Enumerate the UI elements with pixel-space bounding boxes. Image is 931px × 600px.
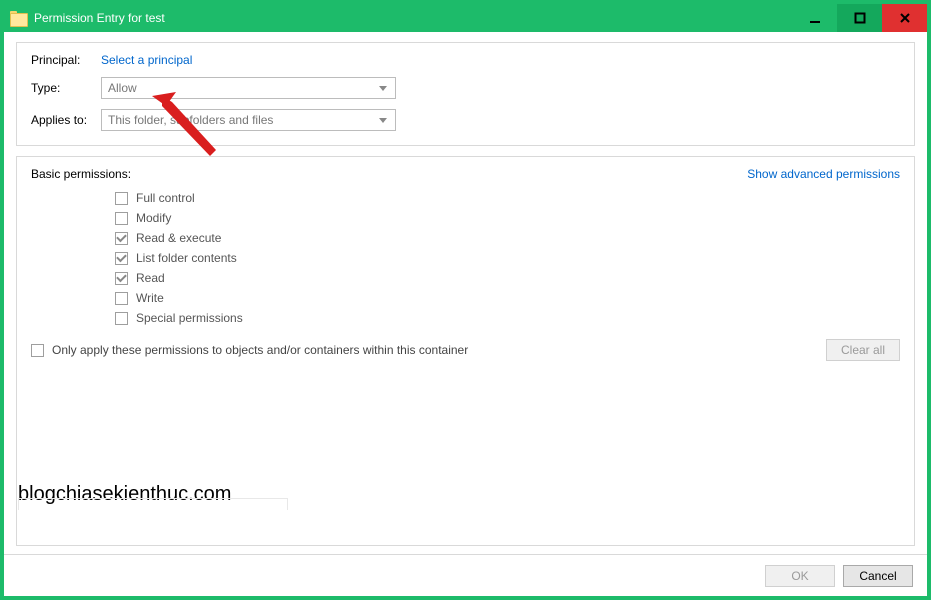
permission-label: Read & execute bbox=[136, 231, 221, 245]
only-apply-label: Only apply these permissions to objects … bbox=[52, 343, 468, 357]
permission-item: Read & execute bbox=[115, 231, 900, 245]
permission-checkbox[interactable] bbox=[115, 292, 128, 305]
permission-checkbox[interactable] bbox=[115, 212, 128, 225]
permission-entry-window: Permission Entry for test Principal: Sel… bbox=[0, 0, 931, 600]
permission-label: Full control bbox=[136, 191, 195, 205]
permission-item: Special permissions bbox=[115, 311, 900, 325]
titlebar: Permission Entry for test bbox=[4, 4, 927, 32]
window-title: Permission Entry for test bbox=[34, 11, 165, 25]
permission-label: Special permissions bbox=[136, 311, 243, 325]
ghost-divider bbox=[18, 498, 288, 510]
type-select[interactable]: Allow bbox=[101, 77, 396, 99]
select-principal-link[interactable]: Select a principal bbox=[101, 53, 192, 67]
permission-label: List folder contents bbox=[136, 251, 237, 265]
permission-label: Write bbox=[136, 291, 164, 305]
permission-item: Write bbox=[115, 291, 900, 305]
permissions-list: Full control Modify Read & execute List fol… bbox=[115, 191, 900, 325]
minimize-button[interactable] bbox=[792, 4, 837, 32]
permission-label: Modify bbox=[136, 211, 171, 225]
applies-to-label: Applies to: bbox=[31, 113, 101, 127]
permission-checkbox[interactable] bbox=[115, 232, 128, 245]
permission-item: Modify bbox=[115, 211, 900, 225]
type-label: Type: bbox=[31, 81, 101, 95]
ok-button[interactable]: OK bbox=[765, 565, 835, 587]
permission-checkbox[interactable] bbox=[115, 312, 128, 325]
permission-item: Full control bbox=[115, 191, 900, 205]
clear-all-button[interactable]: Clear all bbox=[826, 339, 900, 361]
show-advanced-permissions-link[interactable]: Show advanced permissions bbox=[747, 167, 900, 181]
permission-checkbox[interactable] bbox=[115, 272, 128, 285]
maximize-button[interactable] bbox=[837, 4, 882, 32]
applies-to-select[interactable]: This folder, subfolders and files bbox=[101, 109, 396, 131]
permission-item: List folder contents bbox=[115, 251, 900, 265]
principal-label: Principal: bbox=[31, 53, 101, 67]
only-apply-checkbox[interactable] bbox=[31, 344, 44, 357]
permission-label: Read bbox=[136, 271, 165, 285]
type-select-value: Allow bbox=[108, 81, 137, 95]
permission-checkbox[interactable] bbox=[115, 252, 128, 265]
applies-to-select-value: This folder, subfolders and files bbox=[108, 113, 273, 127]
window-controls bbox=[792, 4, 927, 32]
basic-permissions-heading: Basic permissions: bbox=[31, 167, 131, 181]
principal-panel: Principal: Select a principal Type: Allo… bbox=[16, 42, 915, 146]
dialog-footer: OK Cancel bbox=[4, 554, 927, 596]
permission-checkbox[interactable] bbox=[115, 192, 128, 205]
close-button[interactable] bbox=[882, 4, 927, 32]
cancel-button[interactable]: Cancel bbox=[843, 565, 913, 587]
folder-icon bbox=[10, 11, 26, 25]
client-area: Principal: Select a principal Type: Allo… bbox=[4, 32, 927, 554]
permission-item: Read bbox=[115, 271, 900, 285]
